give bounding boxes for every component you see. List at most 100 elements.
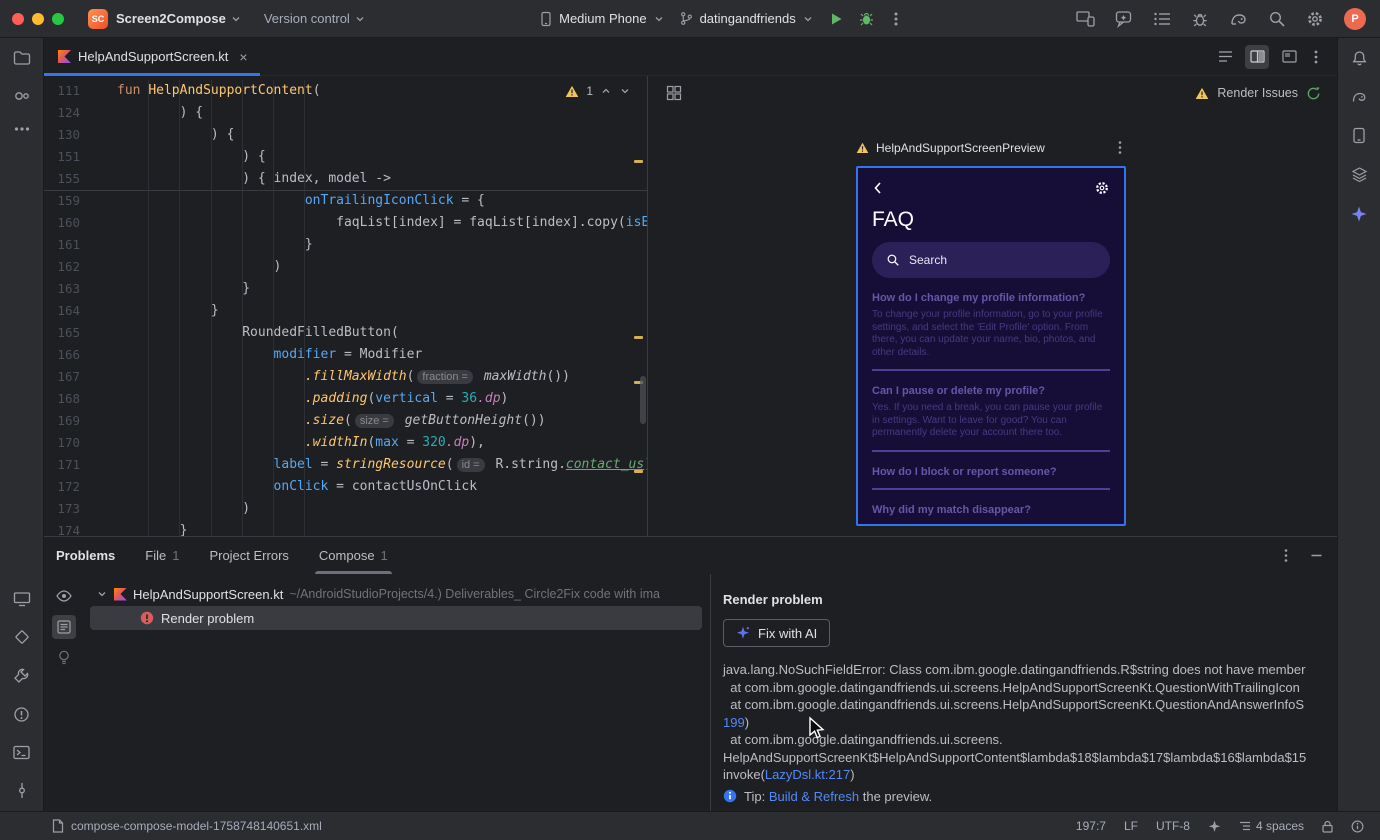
code-line-167[interactable]: 167 .fillMaxWidth(fraction = maxWidth()) [44,366,647,388]
ai-status-sparkle-icon[interactable] [1208,820,1221,833]
code-line-164[interactable]: 164 } [44,300,647,322]
code-line-171[interactable]: 171 label = stringResource(id = R.string… [44,454,647,476]
split-view-icon[interactable] [1245,44,1269,69]
close-tab-icon[interactable]: × [239,49,247,65]
prev-issue-icon[interactable] [600,85,612,97]
render-problem-row[interactable]: Render problem [90,606,702,630]
profiler-icon[interactable] [1191,10,1209,28]
problems-tab-file[interactable]: File 1 [145,537,179,574]
problems-tab-project-errors[interactable]: Project Errors [209,537,288,574]
terminal-icon[interactable] [13,745,30,760]
code-line-124[interactable]: 124 ) { [44,102,647,124]
problems-options-kebab-icon[interactable] [1280,548,1292,563]
code-line-111[interactable]: 111 fun HelpAndSupportContent( [44,80,647,102]
design-view-icon[interactable] [1277,45,1301,69]
back-icon[interactable] [872,181,884,195]
editor-options-kebab-icon[interactable] [1309,49,1323,65]
code-line-160[interactable]: 160 faqList[index] = faqList[index].copy… [44,212,647,234]
notifications-icon[interactable] [1351,50,1368,67]
more-tools-icon[interactable] [14,126,30,132]
faq-search-bar[interactable]: Search [872,242,1110,278]
code-line-155[interactable]: 155 ) { index, model -> [44,168,647,190]
caret-position[interactable]: 197:7 [1076,819,1106,833]
preview-toggle-eye-icon[interactable] [52,584,76,608]
zoom-window-button[interactable] [52,12,64,25]
refresh-icon[interactable] [1306,86,1321,101]
fix-with-ai-button[interactable]: Fix with AI [723,619,831,647]
task-list-icon[interactable] [1153,11,1171,27]
faq-question[interactable]: Why did my match disappear? [872,504,1110,516]
code-line-168[interactable]: 168 .padding(vertical = 36.dp) [44,388,647,410]
layers-icon[interactable] [1351,166,1368,183]
run-button[interactable] [828,11,844,27]
project-selector[interactable]: Screen2Compose [116,11,242,26]
search-icon[interactable] [1268,10,1286,28]
problems-tab-compose[interactable]: Compose 1 [314,537,392,574]
inspection-widget[interactable]: 1 [565,84,631,98]
commit-tool-icon[interactable] [13,88,31,104]
file-encoding[interactable]: UTF-8 [1156,819,1190,833]
debug-button[interactable] [858,10,875,27]
code-line-165[interactable]: 165 RoundedFilledButton( [44,322,647,344]
code-line-174[interactable]: 174 } [44,520,647,536]
preview-card-menu-icon[interactable] [1114,140,1126,155]
build-refresh-link[interactable]: Build & Refresh [769,789,859,804]
render-issues-widget[interactable]: Render Issues [1195,86,1321,101]
status-info-icon[interactable] [1351,820,1364,833]
stack-link[interactable]: LazyDsl.kt:217 [765,767,850,782]
device-selector[interactable]: Medium Phone [539,11,664,27]
code-line-130[interactable]: 130 ) { [44,124,647,146]
gemini-icon[interactable] [1350,205,1368,223]
problems-file-row[interactable]: HelpAndSupportScreen.kt ~/AndroidStudioP… [84,582,710,606]
version-control-icon[interactable] [14,782,30,799]
lock-icon[interactable] [1322,820,1333,833]
faq-question[interactable]: How do I change my profile information? [872,292,1110,304]
code-line-163[interactable]: 163 } [44,278,647,300]
compose-preview-screen[interactable]: FAQ Search How do I change my profile in… [856,166,1126,526]
ai-assistant-icon[interactable] [1115,10,1133,28]
device-explorer-icon[interactable] [1352,127,1366,144]
faq-question[interactable]: How do I block or report someone? [872,466,1110,478]
build-icon[interactable] [13,667,30,684]
code-line-166[interactable]: 166 modifier = Modifier [44,344,647,366]
editor-scrollbar[interactable] [640,376,646,424]
code-editor[interactable]: 111 fun HelpAndSupportContent(124 ) {130 … [44,76,648,536]
preview-layout-icon[interactable] [666,85,682,101]
stack-link[interactable]: 199 [723,715,745,730]
branch-icon [680,12,692,25]
code-line-159[interactable]: 159 onTrailingIconClick = { [44,190,647,212]
resource-manager-icon[interactable] [14,629,30,645]
show-details-icon[interactable] [52,615,76,639]
code-view-icon[interactable] [1213,45,1237,69]
minimize-window-button[interactable] [32,12,44,25]
code-line-162[interactable]: 162 ) [44,256,647,278]
preview-settings-gear-icon[interactable] [1094,180,1110,196]
settings-icon[interactable] [1306,10,1324,28]
user-avatar[interactable]: P [1344,7,1366,30]
code-line-161[interactable]: 161 } [44,234,647,256]
statusbar-file-widget[interactable]: compose-compose-model-1758748140651.xml [52,819,322,833]
code-line-151[interactable]: 151 ) { [44,146,647,168]
hide-panel-icon[interactable] [1310,549,1323,562]
next-issue-icon[interactable] [619,85,631,97]
line-separator[interactable]: LF [1124,819,1138,833]
more-run-options-icon[interactable] [889,11,903,27]
code-line-170[interactable]: 170 .widthIn(max = 320.dp), [44,432,647,454]
gradle-tool-icon[interactable] [1351,89,1368,105]
code-line-173[interactable]: 173 ) [44,498,647,520]
editor-tab[interactable]: HelpAndSupportScreen.kt × [44,38,260,76]
run-configuration-selector[interactable]: datingandfriends [679,11,814,26]
problems-tool-icon[interactable] [13,706,30,723]
project-tool-icon[interactable] [13,50,31,66]
close-window-button[interactable] [12,12,24,25]
code-line-172[interactable]: 172 onClick = contactUsOnClick [44,476,647,498]
chevron-down-icon[interactable] [96,588,108,600]
indent-widget[interactable]: 4 spaces [1239,819,1304,833]
running-devices-icon[interactable] [13,591,31,607]
gradle-sync-icon[interactable] [1229,11,1248,27]
quick-fix-bulb-icon[interactable] [52,646,76,670]
faq-question[interactable]: Can I pause or delete my profile? [872,385,1110,397]
device-manager-icon[interactable] [1076,10,1095,27]
code-line-169[interactable]: 169 .size(size = getButtonHeight()) [44,410,647,432]
vcs-widget[interactable]: Version control [264,11,366,26]
